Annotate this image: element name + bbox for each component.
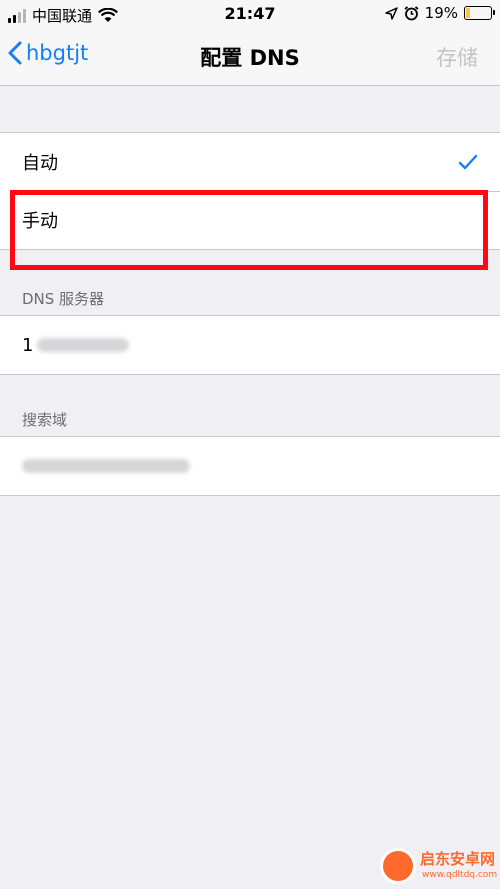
option-automatic[interactable]: 自动 <box>0 133 500 191</box>
save-button[interactable]: 存储 <box>436 42 478 72</box>
dns-server-group: 1 <box>0 315 500 375</box>
dns-section-title: DNS 服务器 <box>22 290 105 308</box>
navigation-bar: hbgtjt 配置 DNS 存储 <box>0 28 500 86</box>
search-domain-group <box>0 436 500 496</box>
dns-server-redacted <box>37 338 130 352</box>
page-title: 配置 DNS <box>200 46 300 70</box>
watermark-logo-icon <box>380 848 416 884</box>
search-domain-redacted <box>22 459 190 473</box>
dns-server-row[interactable]: 1 <box>0 316 500 374</box>
watermark-name: 启东安卓网 <box>420 850 496 868</box>
checkmark-icon <box>458 154 478 170</box>
search-domain-section-title: 搜索域 <box>22 411 68 429</box>
highlight-box <box>10 190 488 270</box>
status-bar: 中国联通 21:47 19% <box>0 0 500 28</box>
battery-percent: 19% <box>424 4 458 22</box>
search-domain-row[interactable] <box>0 437 500 495</box>
watermark: 启东安卓网 www.qdltdq.com <box>360 840 500 889</box>
battery-fill <box>466 8 470 18</box>
alarm-clock-icon <box>404 5 419 20</box>
watermark-url: www.qdltdq.com <box>422 870 498 880</box>
option-automatic-label: 自动 <box>22 153 58 174</box>
status-right: 19% <box>384 4 495 22</box>
battery-icon <box>464 6 495 20</box>
dns-server-value: 1 <box>22 334 34 356</box>
location-arrow-icon <box>384 6 398 20</box>
